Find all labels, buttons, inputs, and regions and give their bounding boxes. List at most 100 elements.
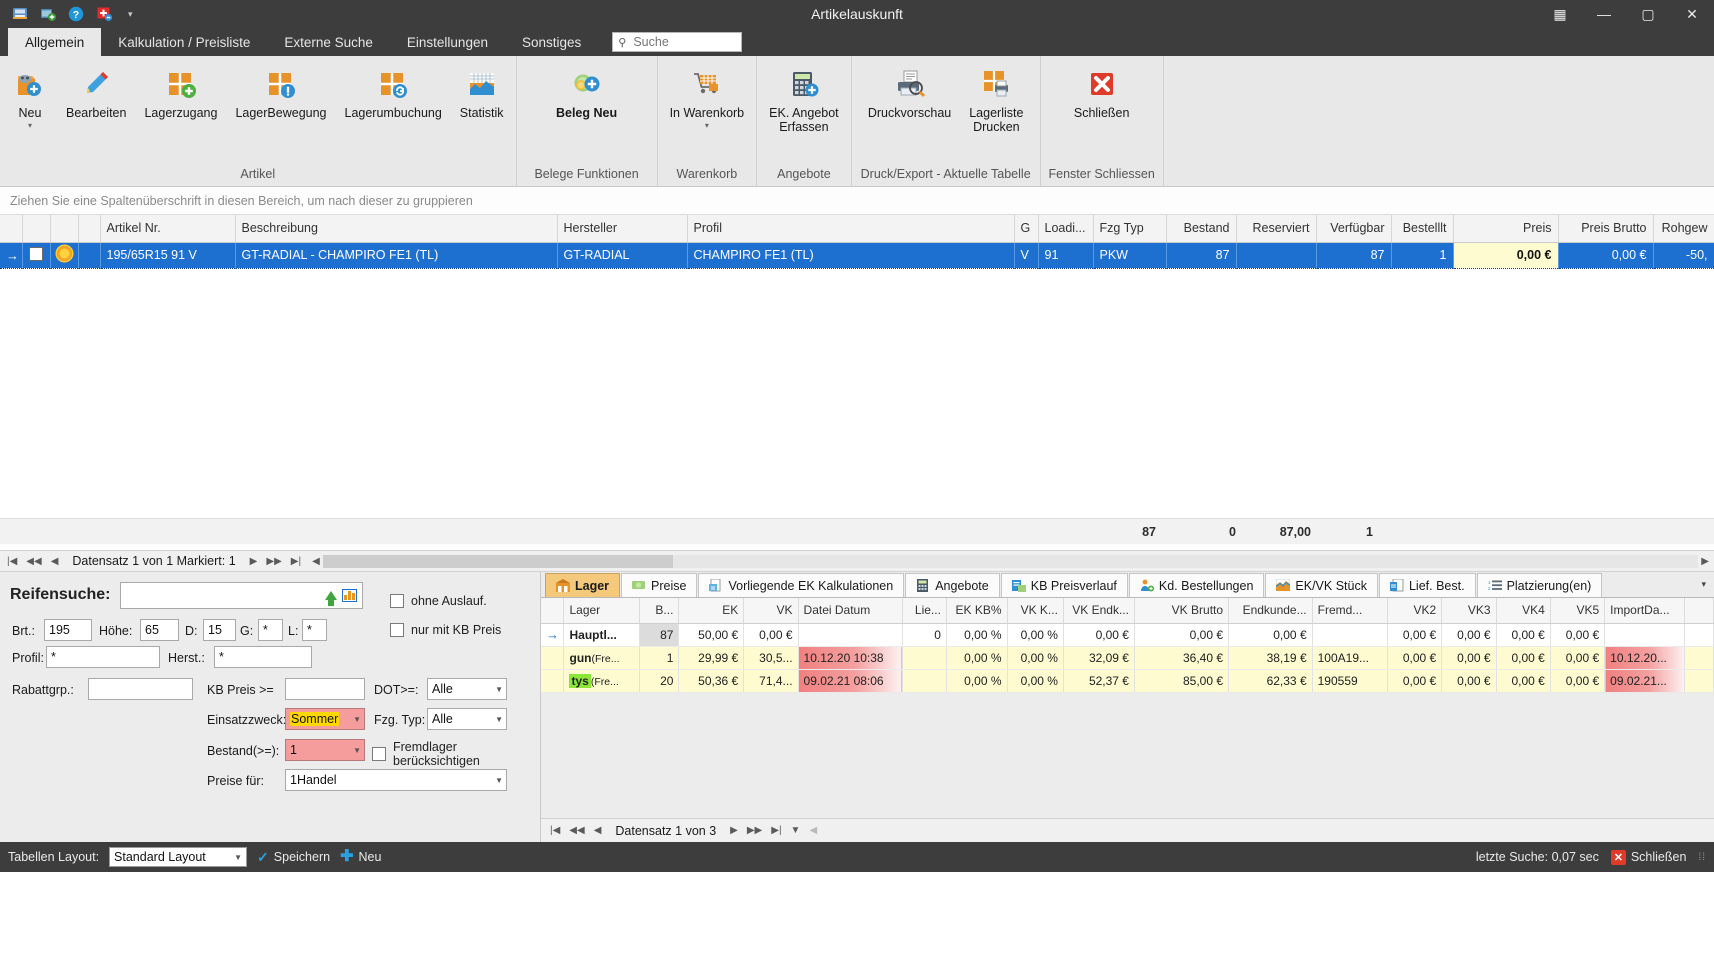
horizontal-scrollbar[interactable]: ◀ ▶ (309, 554, 1712, 568)
tab-einstellungen[interactable]: Einstellungen (390, 28, 505, 56)
hoehe-input[interactable] (140, 619, 179, 641)
table-row[interactable]: → Hauptl... 87 50,00 € 0,00 € 0 0,00 % 0… (541, 623, 1714, 647)
help-icon[interactable]: ? (66, 4, 86, 24)
sub-nav-prev-button[interactable]: ◀ (591, 825, 605, 836)
scroll-right-button[interactable]: ▶ (1698, 556, 1712, 567)
tab-overflow-icon[interactable]: ▾ (1693, 579, 1714, 590)
nav-next-page-button[interactable]: ▶▶ (263, 556, 284, 567)
sub-col-vk5[interactable]: VK5 (1550, 598, 1606, 624)
sub-nav-next-button[interactable]: ▶ (727, 825, 741, 836)
detail-tab-lief-best[interactable]: Lief. Best. (1378, 573, 1476, 597)
ribbon-search-input[interactable] (631, 34, 737, 50)
l-input[interactable] (302, 619, 327, 641)
table-row[interactable]: → 195/65R15 91 V GT-RADIAL - CHAMPIRO FE… (0, 241, 1714, 269)
col-preis-brutto[interactable]: Preis Brutto (1558, 215, 1654, 243)
reifensuche-input[interactable] (121, 583, 326, 608)
sub-col-vk2[interactable]: VK2 (1387, 598, 1443, 624)
col-blank[interactable] (78, 215, 101, 243)
nav-next-button[interactable]: ▶ (247, 556, 261, 567)
ribbon-button-lagerliste-drucken[interactable]: Lagerliste Drucken (960, 60, 1032, 137)
sub-col-vk-k[interactable]: VK K... (1007, 598, 1064, 624)
scroll-left-button[interactable]: ◀ (309, 556, 323, 567)
sub-col-vk-brutto[interactable]: VK Brutto (1134, 598, 1230, 624)
col-fzg-typ[interactable]: Fzg Typ (1093, 215, 1167, 243)
d-input[interactable] (203, 619, 236, 641)
resize-grip-icon[interactable]: ⁞⁞ (1698, 852, 1706, 863)
sub-col-vk[interactable]: VK (743, 598, 799, 624)
chevron-down-icon[interactable]: ▼ (495, 685, 503, 694)
save-button[interactable]: ✓ Speichern (257, 849, 330, 866)
sub-col-lieferzeit[interactable]: Lie... (902, 598, 947, 624)
sub-col-ek[interactable]: EK (678, 598, 745, 624)
detail-tab-kd-bestellungen[interactable]: Kd. Bestellungen (1128, 573, 1265, 597)
detail-tab-kb-preisverlauf[interactable]: KB Preisverlauf (1000, 573, 1128, 597)
sub-col-ek-kb[interactable]: EK KB% (946, 598, 1008, 624)
close-button[interactable]: ✕ (1670, 0, 1714, 28)
table-row[interactable]: gun(Fre... 1 29,99 € 30,5... 10.12.20 10… (541, 646, 1714, 670)
ribbon-button-in-warenkorb[interactable]: In Warenkorb ▾ (661, 60, 754, 132)
chevron-down-icon[interactable]: ▼ (353, 715, 361, 724)
sub-col-vk-endk[interactable]: VK Endk... (1063, 598, 1135, 624)
tab-externe-suche[interactable]: Externe Suche (267, 28, 390, 56)
sub-nav-next-page-button[interactable]: ▶▶ (744, 825, 765, 836)
sub-col-spare[interactable] (1684, 598, 1714, 624)
sub-col-datei-datum[interactable]: Datei Datum (798, 598, 904, 624)
new-button[interactable]: ✚ Neu (340, 849, 381, 865)
ribbon-button-neu[interactable]: Neu ▾ (3, 60, 57, 132)
nav-last-button[interactable]: ▶| (288, 556, 304, 567)
minimize-button[interactable]: — (1582, 0, 1626, 28)
tab-sonstiges[interactable]: Sonstiges (505, 28, 598, 56)
ribbon-search-box[interactable]: ⚲ (612, 32, 743, 52)
col-beschreibung[interactable]: Beschreibung (235, 215, 558, 243)
ribbon-button-bearbeiten[interactable]: Bearbeiten (57, 60, 135, 122)
ribbon-button-lagerbewegung[interactable]: LagerBewegung (226, 60, 335, 122)
preise-fuer-select[interactable]: 1Handel ▼ (285, 769, 507, 791)
fzg-typ-select[interactable]: Alle ▼ (427, 708, 507, 730)
einsatzzweck-select[interactable]: Sommer ▼ (285, 708, 365, 730)
tab-allgemein[interactable]: Allgemein (8, 28, 102, 56)
col-verfuegbar[interactable]: Verfügbar (1316, 215, 1392, 243)
ribbon-button-statistik[interactable]: Statistik (451, 60, 513, 122)
ribbon-button-druckvorschau[interactable]: Druckvorschau (859, 60, 960, 122)
quick-access-caret-icon[interactable]: ▾ (128, 9, 133, 20)
sub-col-endkunde[interactable]: Endkunde... (1228, 598, 1313, 624)
checkbox-box[interactable] (390, 623, 404, 637)
checkbox-box[interactable] (390, 594, 404, 608)
save-icon[interactable] (10, 4, 30, 24)
col-select[interactable] (22, 215, 51, 243)
ribbon-button-schliessen[interactable]: Schließen (1065, 60, 1139, 122)
col-profil[interactable]: Profil (687, 215, 1015, 243)
sub-nav-prev-page-button[interactable]: ◀◀ (566, 825, 587, 836)
checkbox-box[interactable] (372, 747, 386, 761)
chart-icon[interactable] (342, 589, 357, 602)
nav-prev-page-button[interactable]: ◀◀ (23, 556, 44, 567)
col-rohgewinn[interactable]: Rohgew (1653, 215, 1714, 243)
sub-col-fremd[interactable]: Fremd... (1312, 598, 1388, 624)
table-row[interactable]: tys (Fre... 20 50,36 € 71,4... 09.02.21 0… (541, 669, 1714, 693)
chevron-down-icon[interactable]: ▼ (234, 853, 242, 862)
detail-tab-ek-vk-stueck[interactable]: EK/VK Stück (1265, 573, 1378, 597)
row-checkbox[interactable] (28, 246, 43, 261)
add-record-icon[interactable] (94, 4, 114, 24)
restore-grid-button[interactable]: ▦ (1538, 0, 1582, 28)
up-arrow-icon[interactable] (325, 591, 337, 606)
nav-first-button[interactable]: |◀ (4, 556, 20, 567)
ribbon-button-ek-angebot-erfassen[interactable]: EK. Angebot Erfassen (760, 60, 848, 137)
col-bestelllt[interactable]: Bestelllt (1391, 215, 1454, 243)
search-input-wrap[interactable] (120, 582, 363, 609)
chevron-down-icon[interactable]: ▼ (495, 715, 503, 724)
col-indicator[interactable] (0, 215, 23, 243)
brt-input[interactable] (44, 619, 92, 641)
maximize-button[interactable]: ▢ (1626, 0, 1670, 28)
checkbox-ohne-auslauf[interactable]: ohne Auslauf. (390, 594, 487, 608)
row-checkbox-cell[interactable] (22, 241, 51, 269)
detail-tab-preise[interactable]: Preise (621, 573, 698, 597)
close-status-button[interactable]: ✕ Schließen (1610, 849, 1686, 865)
chevron-down-icon[interactable]: ▾ (28, 122, 32, 130)
col-hersteller[interactable]: Hersteller (557, 215, 688, 243)
detail-tab-lager[interactable]: Lager (545, 573, 621, 597)
kb-preis-input[interactable] (285, 678, 365, 700)
bestand-select[interactable]: 1 ▼ (285, 739, 365, 761)
checkbox-nur-mit-kb-preis[interactable]: nur mit KB Preis (390, 623, 501, 637)
scrollbar-thumb[interactable] (322, 554, 673, 568)
